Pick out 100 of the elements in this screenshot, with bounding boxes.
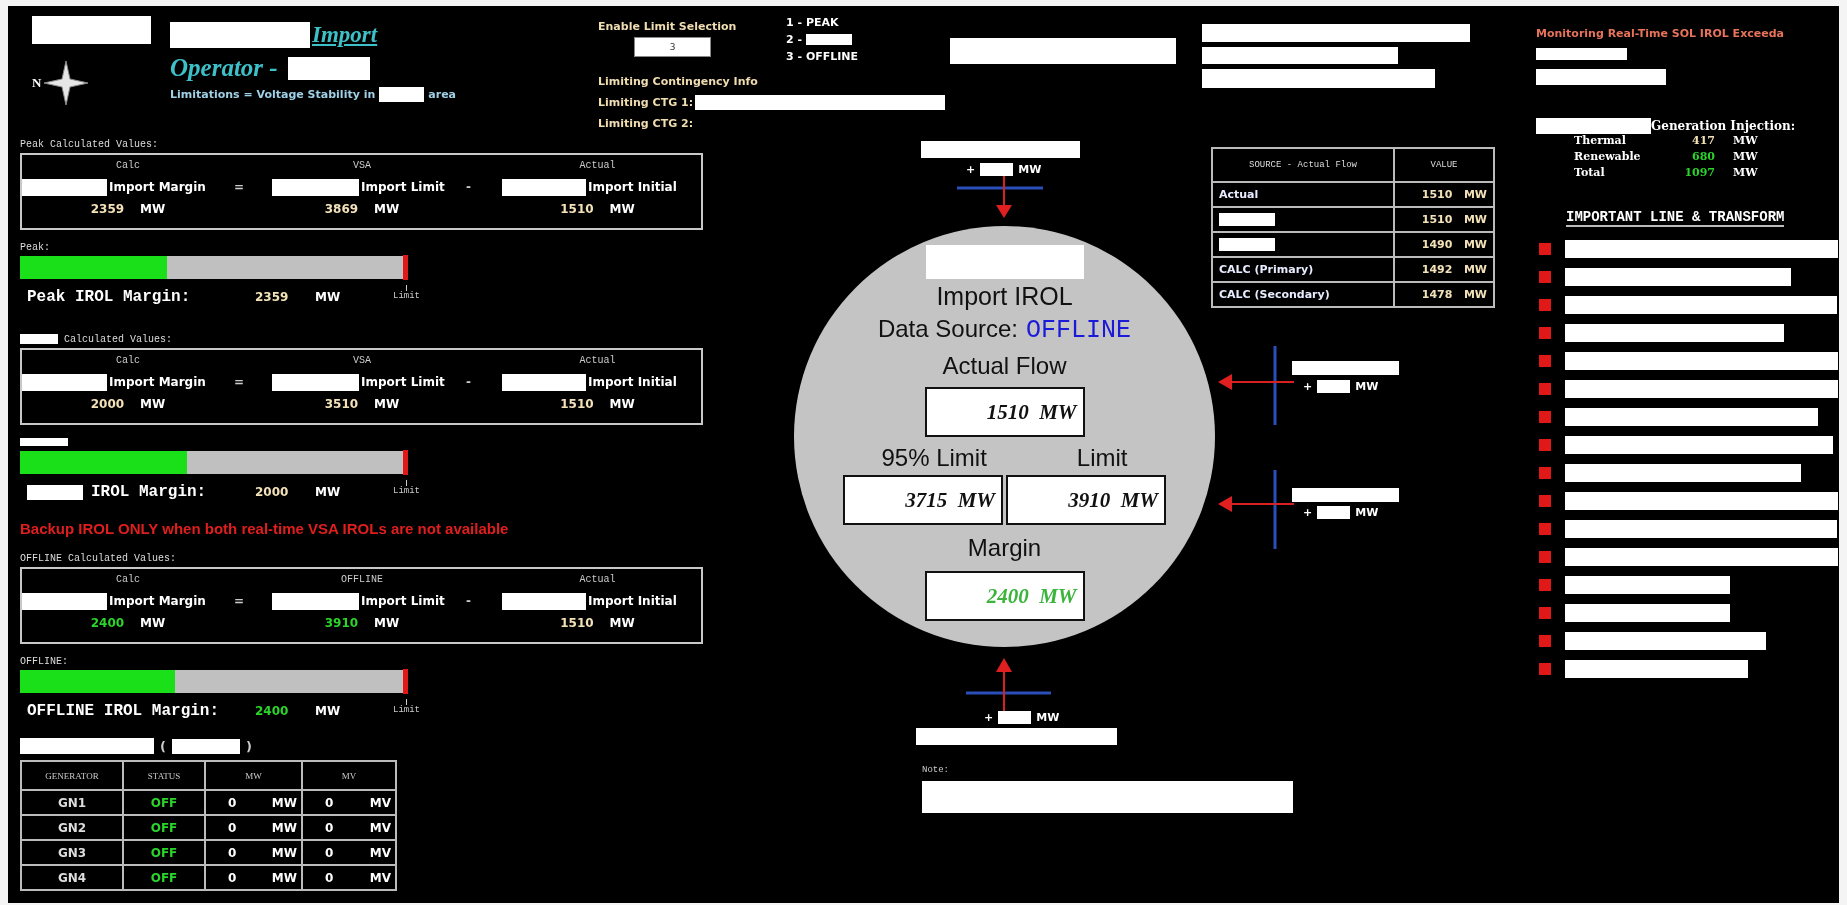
- flow-arrow: [996, 658, 1012, 713]
- table-cell: GN4: [21, 865, 123, 890]
- operator-label: Operator -: [170, 54, 278, 82]
- column-heading: Actual: [578, 160, 617, 173]
- status-cell: OFF: [123, 790, 205, 815]
- limit-selection-field[interactable]: 3: [634, 37, 711, 57]
- unit-label: MW: [315, 289, 342, 306]
- column-heading: OFFLINE: [340, 574, 384, 587]
- table-cell: GN1: [21, 790, 123, 815]
- column-heading: Calc: [115, 355, 141, 368]
- unit-label: MW: [1733, 166, 1759, 179]
- value-text: 2000: [90, 397, 125, 411]
- operator-sign: =: [234, 374, 246, 391]
- margin-value: 2400: [255, 703, 290, 720]
- generation-label: Renewable: [1574, 150, 1642, 163]
- column-heading: SOURCE - Actual Flow: [1212, 148, 1394, 182]
- term-label: Import Margin: [109, 594, 206, 608]
- limitations-text: Limitations = Voltage Stability in: [170, 88, 376, 101]
- bar-label: Peak:: [20, 241, 50, 253]
- section-heading: OFFLINE Calculated Values:: [20, 552, 177, 564]
- section-heading: Calculated Values:: [64, 333, 173, 345]
- alarm-square-icon: [1539, 523, 1551, 535]
- generation-value: 417: [1691, 134, 1716, 147]
- column-heading: VALUE: [1394, 148, 1494, 182]
- unit-label: MW: [1355, 505, 1379, 519]
- limit-label: Limit: [393, 291, 420, 301]
- alarm-square-icon: [1539, 411, 1551, 423]
- table-cell: 0 MW: [205, 865, 302, 890]
- table-cell: 1492 MW: [1394, 257, 1494, 282]
- alarm-square-icon: [1539, 439, 1551, 451]
- unit-label: MW: [315, 484, 342, 501]
- value-text: 3869: [324, 202, 359, 216]
- limit-option: 1 - PEAK: [786, 14, 839, 31]
- limit-option: 3 - OFFLINE: [786, 48, 859, 65]
- margin-value: 2400 MW: [924, 571, 1085, 621]
- alarm-square-icon: [1539, 495, 1551, 507]
- redaction-block: [171, 738, 240, 754]
- column-heading: Actual: [578, 355, 617, 368]
- note-label: Note:: [922, 765, 949, 775]
- alarm-square-icon: [1539, 299, 1551, 311]
- table-cell: 0 MW: [205, 815, 302, 840]
- operator-sign: -: [466, 593, 472, 610]
- term-label: Import Initial: [588, 375, 677, 389]
- margin-label: OFFLINE IROL Margin:: [27, 702, 220, 720]
- value-text: 2359: [90, 202, 125, 216]
- redaction-block: [980, 162, 1014, 176]
- redaction-block: [20, 438, 68, 446]
- generation-value: 1097: [1684, 166, 1716, 179]
- unit-label: MW: [609, 397, 635, 411]
- unit-label: MW: [1036, 710, 1060, 724]
- operator-sign: -: [466, 374, 472, 391]
- alarm-square-icon: [1539, 467, 1551, 479]
- limit-marker: [403, 450, 408, 475]
- column-heading: GENERATOR: [21, 761, 123, 790]
- operator-sign: =: [234, 593, 246, 610]
- unit-label: MW: [1733, 134, 1759, 147]
- unit-label: MW: [140, 202, 166, 216]
- actual-flow-label: Actual Flow: [942, 351, 1067, 381]
- term-label: Import Initial: [588, 180, 677, 194]
- alarm-square-icon: [1539, 355, 1551, 367]
- display-title: Import: [312, 22, 378, 48]
- sign-label: +: [984, 710, 994, 724]
- generation-value: 680: [1691, 150, 1716, 163]
- margin-value: 2000: [255, 484, 290, 501]
- unit-label: MW: [1733, 150, 1759, 163]
- margin-value: 2359: [255, 289, 290, 306]
- contingency-heading: Limiting Contingency Info: [598, 74, 759, 90]
- alarm-square-icon: [1539, 243, 1551, 255]
- table-cell: GN3: [21, 840, 123, 865]
- term-label: Import Limit: [361, 375, 445, 389]
- table-cell: 0 MW: [205, 840, 302, 865]
- column-heading: MW: [205, 761, 302, 790]
- unit-label: MW: [315, 703, 342, 720]
- redaction-block: [379, 87, 425, 102]
- table-cell: 1490 MW: [1394, 232, 1494, 257]
- unit-label: MW: [1018, 162, 1042, 176]
- table-cell: 0 MV: [302, 865, 396, 890]
- limit-value: 3910 MW: [1006, 475, 1166, 525]
- column-heading: MV: [302, 761, 396, 790]
- limit-selection-label: Enable Limit Selection: [598, 20, 738, 33]
- unit-label: MW: [374, 397, 400, 411]
- irol-title: Import IROL: [936, 281, 1073, 311]
- value-text: 1510: [560, 202, 594, 216]
- term-label: Import Margin: [109, 375, 206, 389]
- column-heading: VSA: [352, 160, 372, 173]
- unit-label: MW: [374, 202, 400, 216]
- value-text: 3510: [324, 397, 359, 411]
- unit-label: MW: [609, 202, 635, 216]
- bar-label: OFFLINE:: [20, 655, 68, 667]
- bracket-text: ): [245, 738, 252, 754]
- margin-label: IROL Margin:: [91, 483, 207, 501]
- data-source-label: Data Source:: [877, 314, 1018, 344]
- alarm-square-icon: [1539, 607, 1551, 619]
- status-cell: OFF: [123, 865, 205, 890]
- table-cell: CALC (Primary): [1212, 257, 1394, 282]
- compass-icon: [43, 60, 90, 106]
- unit-label: MW: [374, 616, 400, 630]
- generation-label: Thermal: [1574, 134, 1627, 147]
- limit-label: Limit: [393, 705, 420, 715]
- data-source-value: OFFLINE: [1026, 315, 1132, 347]
